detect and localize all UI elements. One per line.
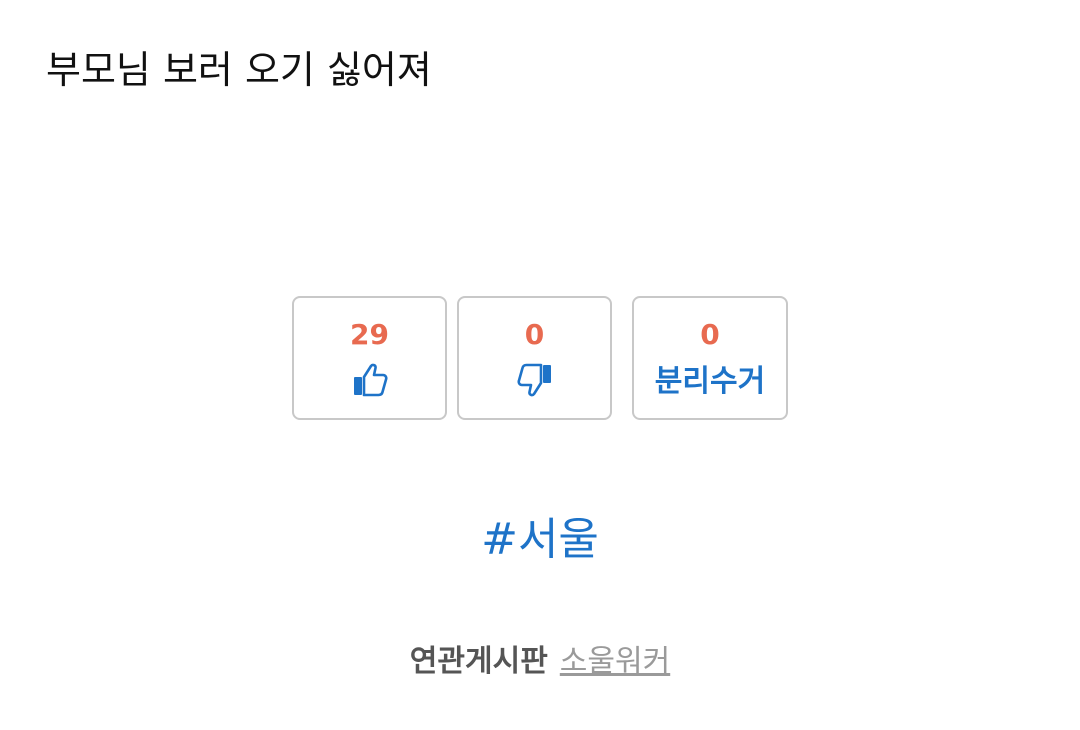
thumbs-down-icon: [516, 363, 551, 397]
dislike-button[interactable]: 0: [457, 296, 612, 420]
dislike-count: 0: [524, 318, 545, 351]
related-board-label: 연관게시판: [409, 644, 548, 679]
related-board: 연관게시판 소울워커: [0, 642, 1080, 682]
related-board-link[interactable]: 소울워커: [560, 644, 670, 679]
recycle-label: 분리수거: [654, 364, 766, 399]
post-title: 부모님 보러 오기 싫어져: [46, 48, 432, 92]
tag-link[interactable]: #서울: [0, 512, 1080, 568]
thumbs-up-icon: [353, 363, 388, 397]
like-button[interactable]: 29: [292, 296, 447, 420]
vote-row: 29 0 0 분리수거: [0, 296, 1080, 424]
post-page: 부모님 보러 오기 싫어져 29 0 0 분리수거 #서울 연관게시판 소울워커: [0, 0, 1080, 730]
recycle-count: 0: [700, 318, 720, 351]
like-count: 29: [350, 318, 389, 351]
recycle-button[interactable]: 0 분리수거: [632, 296, 788, 420]
